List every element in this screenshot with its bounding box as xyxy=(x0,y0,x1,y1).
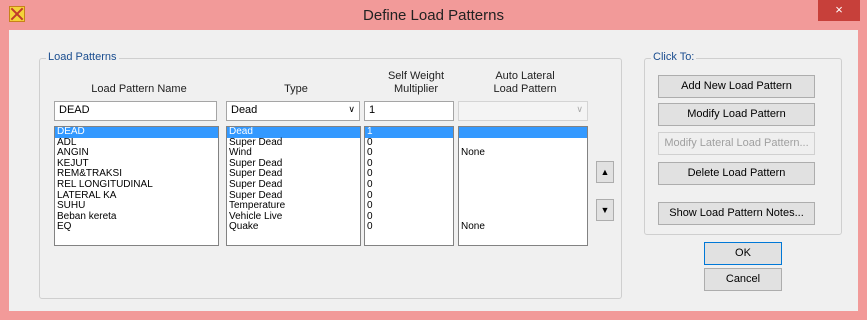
list-item[interactable]: 0 xyxy=(365,169,453,180)
list-item[interactable]: 0 xyxy=(365,190,453,202)
list-item[interactable]: 0 xyxy=(365,211,453,223)
list-item[interactable] xyxy=(459,180,587,191)
list-item[interactable]: None xyxy=(459,222,587,233)
click-to-group-label: Click To: xyxy=(651,51,697,63)
arrow-down-icon: ▼ xyxy=(600,205,610,215)
list-item[interactable]: DEAD xyxy=(55,127,218,138)
load-pattern-name-list[interactable]: DEAD ADL ANGIN KEJUT REM&TRAKSI REL LONG… xyxy=(54,126,219,246)
list-item[interactable]: 0 xyxy=(365,179,453,191)
list-item[interactable]: 0 xyxy=(365,158,453,170)
load-patterns-group-label: Load Patterns xyxy=(46,51,119,63)
header-type: Type xyxy=(284,83,308,95)
list-item[interactable] xyxy=(459,169,587,180)
list-item[interactable] xyxy=(459,201,587,212)
list-item[interactable]: 0 xyxy=(365,137,453,149)
list-item[interactable]: EQ xyxy=(55,222,218,233)
arrow-up-icon: ▲ xyxy=(600,167,610,177)
close-button[interactable]: × xyxy=(818,0,860,21)
list-item[interactable]: 0 xyxy=(365,222,453,233)
chevron-down-icon: ∨ xyxy=(576,104,583,114)
list-item[interactable]: Beban kereta xyxy=(55,211,218,223)
list-item[interactable] xyxy=(459,159,587,170)
click-to-group: Click To: Add New Load Pattern Modify Lo… xyxy=(644,51,842,235)
auto-lateral-select: ∨ xyxy=(458,101,588,121)
dialog-body: Load Patterns Load Pattern Name Type Sel… xyxy=(9,30,858,311)
list-item[interactable]: 1 xyxy=(365,127,453,138)
delete-load-pattern-button[interactable]: Delete Load Pattern xyxy=(658,162,815,185)
list-item[interactable]: Dead xyxy=(227,127,360,138)
header-load-pattern-name: Load Pattern Name xyxy=(91,83,187,95)
type-select[interactable]: Dead ∨ xyxy=(226,101,360,121)
window-title: Define Load Patterns xyxy=(363,7,504,24)
header-self-weight-multiplier: Self Weight Multiplier xyxy=(387,70,445,95)
ok-button[interactable]: OK xyxy=(704,242,782,265)
move-down-button[interactable]: ▼ xyxy=(596,199,614,221)
auto-lateral-list[interactable]: None None xyxy=(458,126,588,246)
self-weight-multiplier-input[interactable]: 1 xyxy=(364,101,454,121)
modify-load-pattern-button[interactable]: Modify Load Pattern xyxy=(658,103,815,126)
load-patterns-group: Load Patterns Load Pattern Name Type Sel… xyxy=(39,51,622,299)
multiplier-list[interactable]: 1 0 0 0 0 0 0 0 0 0 xyxy=(364,126,454,246)
load-pattern-name-input[interactable]: DEAD xyxy=(54,101,217,121)
type-select-value: Dead xyxy=(231,104,258,116)
type-list[interactable]: Dead Super Dead Wind Super Dead Super De… xyxy=(226,126,361,246)
cancel-button[interactable]: Cancel xyxy=(704,268,782,291)
list-item[interactable]: REL LONGITUDINAL xyxy=(55,179,218,191)
list-item[interactable]: None xyxy=(459,148,587,159)
list-item[interactable]: 0 xyxy=(365,201,453,212)
list-item[interactable]: 0 xyxy=(365,148,453,159)
chevron-down-icon: ∨ xyxy=(348,104,355,114)
title-bar: Define Load Patterns × xyxy=(0,0,867,30)
show-load-pattern-notes-button[interactable]: Show Load Pattern Notes... xyxy=(658,202,815,225)
header-auto-lateral: Auto Lateral Load Pattern xyxy=(493,70,557,95)
move-up-button[interactable]: ▲ xyxy=(596,161,614,183)
modify-lateral-load-pattern-button: Modify Lateral Load Pattern... xyxy=(658,132,815,155)
list-item[interactable]: Quake xyxy=(227,222,360,233)
add-new-load-pattern-button[interactable]: Add New Load Pattern xyxy=(658,75,815,98)
list-item[interactable]: Super Dead xyxy=(227,179,360,191)
list-item[interactable] xyxy=(459,191,587,202)
list-item[interactable] xyxy=(459,127,587,138)
